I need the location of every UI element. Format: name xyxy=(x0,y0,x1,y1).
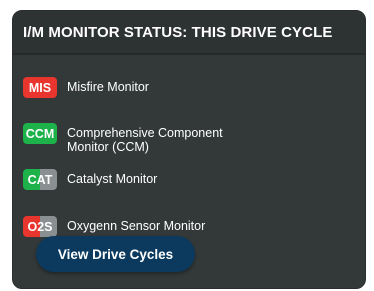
card-header: I/M MONITOR STATUS: THIS DRIVE CYCLE xyxy=(13,11,365,55)
status-badge-ccm: CCM xyxy=(23,123,57,144)
monitor-status-card: I/M MONITOR STATUS: THIS DRIVE CYCLE MIS… xyxy=(12,10,366,289)
status-badge-mis: MIS xyxy=(23,77,57,98)
view-drive-cycles-button[interactable]: View Drive Cycles xyxy=(36,236,195,272)
monitor-row-misfire: MIS Misfire Monitor xyxy=(23,77,267,98)
monitor-row-catalyst: CAT Catalyst Monitor xyxy=(23,169,267,190)
status-badge-cat: CAT xyxy=(23,169,57,190)
monitor-label-catalyst: Catalyst Monitor xyxy=(67,172,158,186)
status-badge-o2s: O2S xyxy=(23,216,57,237)
monitor-label-oxygen-sensor: Oxygenn Sensor Monitor xyxy=(67,219,206,233)
monitor-row-oxygen-sensor: O2S Oxygenn Sensor Monitor xyxy=(23,216,267,237)
monitor-label-misfire: Misfire Monitor xyxy=(67,80,149,94)
monitor-label-ccm: Comprehensive Component Monitor (CCM) xyxy=(67,126,223,154)
card-title: I/M MONITOR STATUS: THIS DRIVE CYCLE xyxy=(23,23,333,41)
monitor-row-ccm: CCM Comprehensive Component Monitor (CCM… xyxy=(23,123,267,154)
